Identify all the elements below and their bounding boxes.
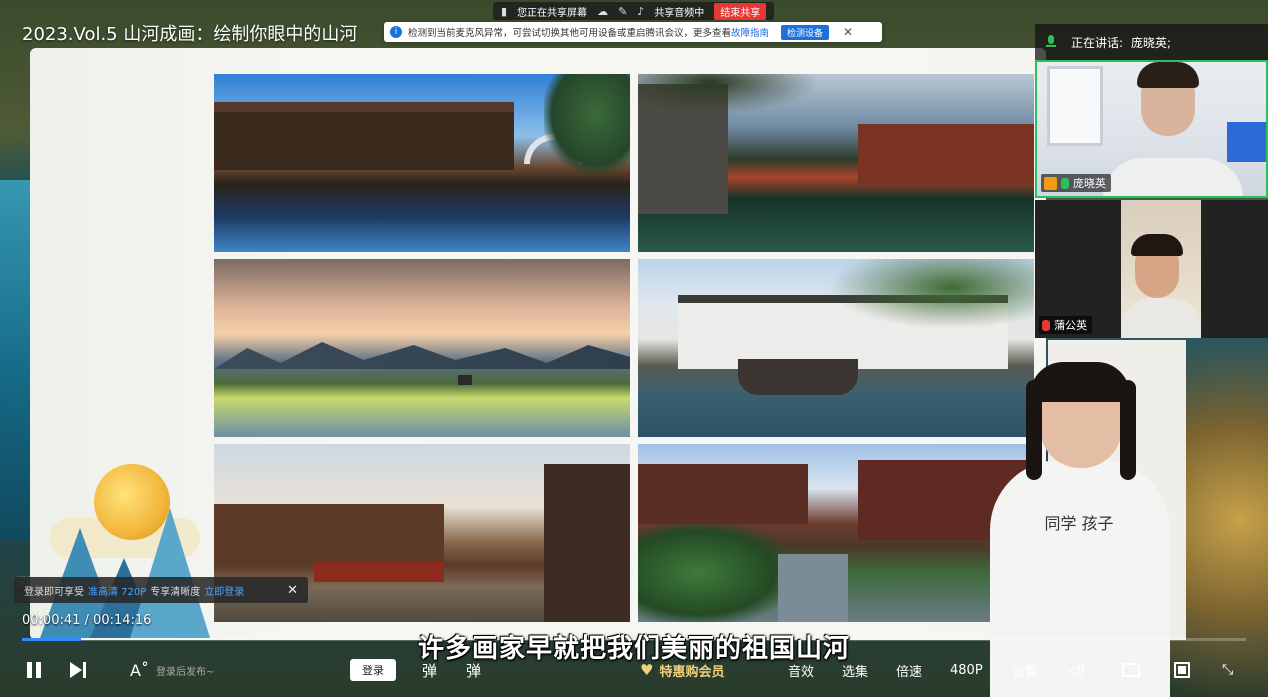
login-toast: 登录即可享受 准高清 720P 专享清晰度 立即登录 ✕ (14, 577, 308, 603)
next-icon (70, 662, 88, 678)
detect-device-button[interactable]: 检测设备 (781, 24, 830, 40)
participant-name: 庞晓英 (1073, 177, 1106, 190)
danmu-input[interactable]: 登录后发布~ (156, 650, 214, 690)
danmu-toggle[interactable]: 弹 (422, 650, 437, 690)
mic-icon (1045, 35, 1057, 49)
slide-decoration (30, 408, 210, 638)
page-title: 2023.Vol.5 山河成画：绘制你眼中的山河 (22, 24, 358, 45)
mic-muted-icon (1042, 319, 1050, 331)
participant-video-tile[interactable]: 蒲公英 (1035, 200, 1268, 338)
speaker-icon: ♪ (637, 4, 645, 18)
episodes-button[interactable]: 选集 (842, 650, 868, 690)
next-button[interactable] (70, 650, 88, 690)
presentation-slide (30, 48, 1046, 640)
total-time: / 00:14:16 (84, 613, 152, 628)
pause-button[interactable] (26, 650, 42, 690)
photo-water-town-night (638, 74, 1034, 252)
share-audio-text[interactable]: 共享音频中 (654, 4, 704, 19)
pen-icon[interactable]: ✎ (618, 5, 627, 18)
toast-highlight: 准高清 720P (88, 586, 147, 598)
share-status-text: 您正在共享屏幕 (517, 7, 588, 19)
photo-canal-boat (638, 259, 1034, 437)
fullscreen-button[interactable]: ⤡ (1222, 650, 1233, 690)
heart-icon: ♥ (640, 661, 654, 679)
pause-icon (26, 662, 42, 678)
volume-icon: ◁) (1068, 661, 1086, 679)
toast-text: 专享清晰度 (150, 586, 201, 598)
photo-water-town-bridge (214, 74, 630, 252)
host-icon (1044, 176, 1057, 190)
participant-video-tile[interactable]: 庞晓英 (1035, 60, 1268, 198)
cloud-icon[interactable]: ☁ (597, 5, 608, 18)
participant-name: 蒲公英 (1054, 319, 1087, 332)
picture-in-picture-icon (1122, 663, 1140, 677)
vip-label: 特惠购会员 (659, 664, 725, 680)
fullscreen-icon: ⤡ (1222, 662, 1234, 678)
web-fullscreen-icon (1174, 662, 1190, 678)
photo-grid (214, 74, 1036, 622)
close-icon[interactable]: ✕ (843, 25, 853, 39)
participant-name-tag: 庞晓英 (1041, 174, 1111, 192)
player-controls: A˚ 登录后发布~ 登录 弹 弹 ♥ 特惠购会员 音效 选集 倍速 480P 设… (0, 650, 1268, 690)
login-button-wrap: 登录 (350, 650, 396, 690)
time-display: 00:00:41 / 00:14:16 (22, 613, 151, 628)
volume-button[interactable]: ◁) (1068, 650, 1085, 690)
participant-video (1121, 200, 1201, 338)
danmu-toggle[interactable]: 弹 (466, 650, 481, 690)
participant-name-tag: 蒲公英 (1039, 316, 1092, 334)
info-icon: i (390, 26, 402, 38)
vip-button[interactable]: ♥ 特惠购会员 (640, 650, 724, 690)
shirt-print: 同学 孩子 (1044, 514, 1114, 533)
sound-effect-button[interactable]: 音效 (788, 650, 814, 690)
photo-ancient-street (638, 444, 1034, 622)
pip-button[interactable] (1122, 650, 1140, 690)
quality-button[interactable]: 480P (950, 650, 983, 690)
speaking-name: 庞晓英; (1131, 35, 1172, 50)
login-button[interactable]: 登录 (350, 659, 396, 681)
notice-text: 检测到当前麦克风异常，可尝试切换其他可用设备或重启腾讯会议，更多查看 (408, 28, 732, 39)
speaking-label: 正在讲话: (1071, 35, 1124, 50)
settings-button[interactable]: 设置 (1012, 650, 1038, 690)
monitor-icon: ▮ (501, 4, 508, 18)
mic-warning-notice: i 检测到当前麦克风异常，可尝试切换其他可用设备或重启腾讯会议，更多查看 故障指… (384, 22, 882, 42)
toast-text: 登录即可享受 (24, 586, 84, 598)
mic-on-icon (1061, 177, 1069, 189)
close-icon[interactable]: ✕ (287, 583, 298, 598)
speed-button[interactable]: 倍速 (896, 650, 922, 690)
speaking-indicator: 正在讲话: 庞晓英; (1035, 24, 1268, 60)
photo-karst-mountains (214, 259, 630, 437)
share-status-bar: ▮ 您正在共享屏幕 ☁ ✎ ♪ 共享音频中 结束共享 (493, 2, 775, 20)
danmu-settings-icon: A˚ (130, 660, 149, 680)
troubleshoot-link[interactable]: 故障指南 (731, 25, 769, 39)
current-time: 00:00:41 (22, 613, 81, 628)
login-now-link[interactable]: 立即登录 (204, 583, 244, 598)
web-fullscreen-button[interactable] (1174, 650, 1190, 690)
end-share-button[interactable]: 结束共享 (714, 2, 767, 20)
danmu-settings-button[interactable]: A˚ (130, 650, 149, 690)
